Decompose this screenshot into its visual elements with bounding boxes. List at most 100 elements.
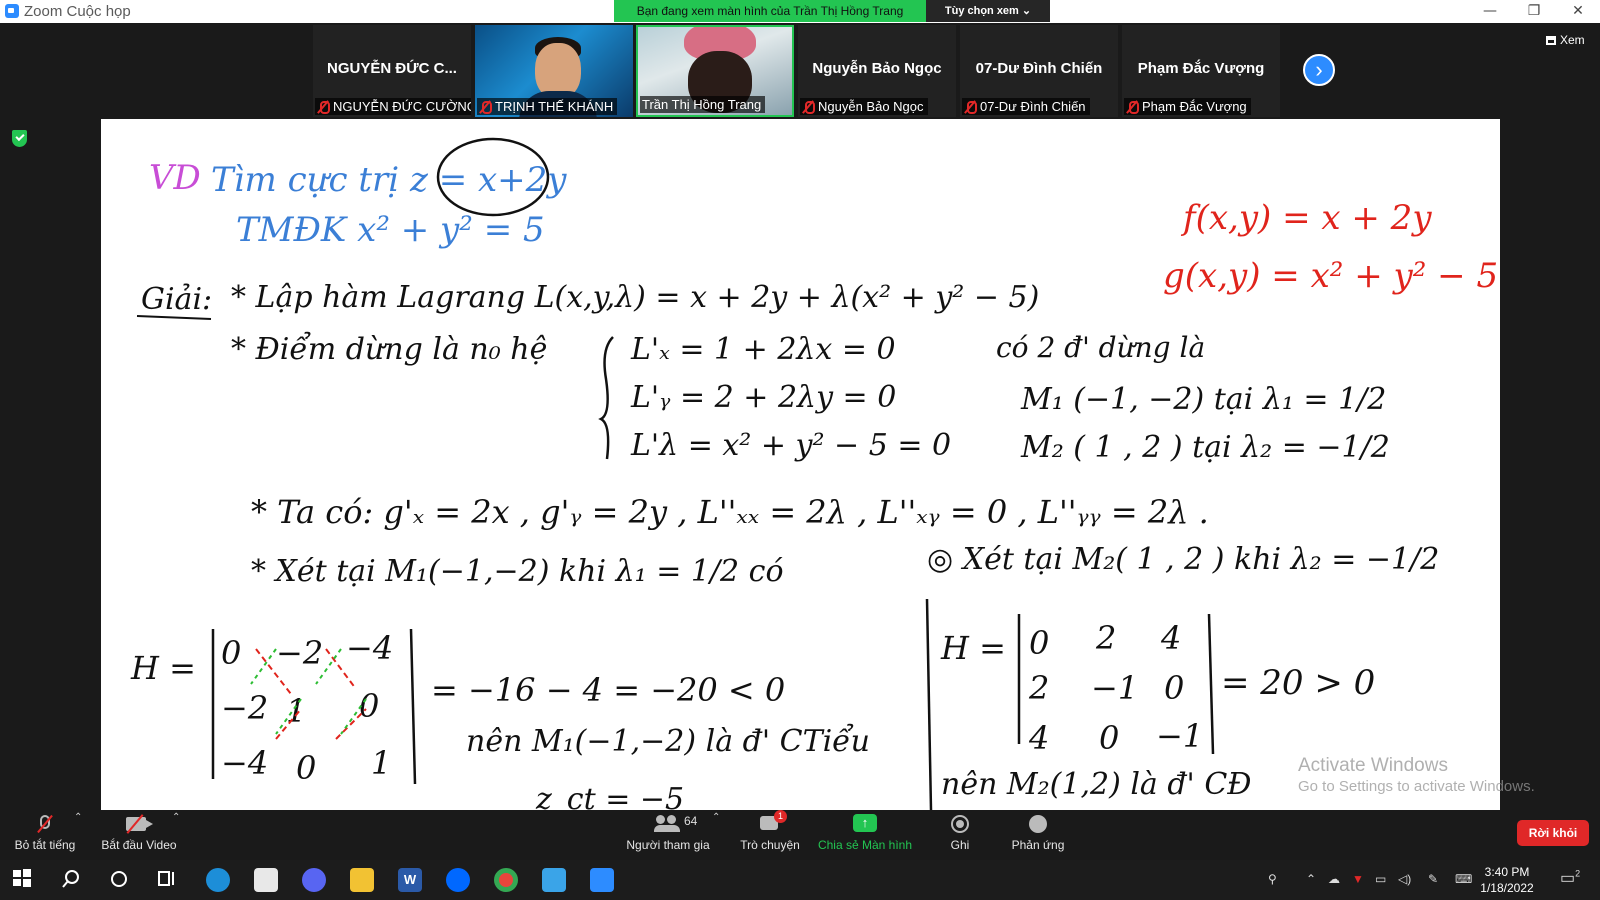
participant-display-name: 07-Dư Đình Chiến	[975, 60, 1103, 77]
stationary-step: * Điểm dừng là n₀ hệ	[231, 331, 547, 367]
title-bar: Zoom Cuộc họp Bạn đang xem màn hình của …	[0, 0, 1600, 23]
taskbar-clock[interactable]: 3:40 PM 1/18/2022	[1472, 864, 1542, 896]
matrix-cell: 0	[1164, 669, 1184, 707]
hessian-label-1: H =	[130, 649, 196, 687]
security-shield-icon[interactable]	[12, 130, 27, 147]
people-icon[interactable]: ⚲	[1268, 872, 1277, 886]
audio-options-caret-icon[interactable]: ⌃	[74, 812, 82, 823]
determinant-1: = −16 − 4 = −20 < 0	[431, 671, 785, 709]
solutions-header: có 2 đ' dừng là	[996, 331, 1205, 364]
window-title: Zoom Cuộc họp	[24, 3, 131, 20]
share-arrow-icon: ↑	[853, 814, 877, 832]
participant-tile[interactable]: NGUYỄN ĐỨC C... NGUYỄN ĐỨC CƯỜNG	[313, 25, 471, 117]
matrix-cell: −1	[1156, 717, 1203, 755]
grid-view-icon	[1546, 35, 1556, 45]
reactions-button[interactable]: Phản ứng	[1003, 810, 1073, 860]
participant-display-name: NGUYỄN ĐỨC C...	[327, 60, 457, 77]
participant-tile[interactable]: Nguyễn Bảo Ngọc Nguyễn Bảo Ngọc	[798, 25, 956, 117]
store-icon[interactable]	[254, 868, 278, 892]
view-options-button[interactable]: Tùy chọn xem ⌄	[926, 0, 1050, 22]
start-windows-icon[interactable]	[12, 868, 36, 892]
participant-nametag: 07-Dư Đình Chiến	[962, 98, 1090, 115]
lagrange-step: * Lập hàm Lagrang L(x,y,λ) = x + 2y + λ(…	[231, 280, 1039, 315]
participant-nametag: TRỊNH THẾ KHÁNH	[477, 98, 618, 115]
cortana-icon[interactable]	[108, 868, 132, 892]
solution-m2: M₂ ( 1 , 2 ) tại λ₂ = −1/2	[1020, 430, 1390, 465]
participant-tile-active-speaker[interactable]: Trần Thị Hồng Trang	[636, 25, 794, 117]
shared-screen-whiteboard: VD Tìm cực trị z = x+2y TMĐK x² + y² = 5…	[101, 119, 1500, 810]
discord-icon[interactable]	[302, 868, 326, 892]
next-page-arrow-icon[interactable]: ›	[1303, 54, 1335, 86]
solution-m1: M₁ (−1, −2) tại λ₁ = 1/2	[1020, 382, 1386, 417]
check-m1-line: * Xét tại M₁(−1,−2) khi λ₁ = 1/2 có	[251, 554, 784, 589]
zoom-taskbar-icon[interactable]	[590, 868, 614, 892]
matrix-bar-right	[409, 628, 417, 785]
pen-icon[interactable]: ✎	[1428, 872, 1438, 886]
network-icon[interactable]: ▭	[1375, 872, 1386, 886]
problem-line-2: TMĐK x² + y² = 5	[236, 210, 545, 250]
mic-muted-icon	[802, 100, 815, 114]
mute-button[interactable]: Bỏ tắt tiếng	[10, 810, 80, 860]
notification-center-icon[interactable]: ▭2	[1560, 868, 1580, 888]
participant-tile-video[interactable]: TRỊNH THẾ KHÁNH	[475, 25, 633, 117]
hessian-label-2: H =	[940, 629, 1006, 667]
photos-icon[interactable]	[542, 868, 566, 892]
activate-windows-hint: Go to Settings to activate Windows.	[1298, 778, 1535, 795]
matrix-cell: 4	[1160, 619, 1181, 657]
matrix-cell: −2	[221, 689, 268, 727]
keyboard-icon[interactable]: ⌨	[1455, 872, 1472, 886]
activate-windows-watermark: Activate Windows	[1298, 755, 1448, 776]
tray-expand-icon[interactable]: ⌃	[1306, 872, 1316, 886]
matrix-cell: −4	[221, 744, 268, 782]
leave-meeting-button[interactable]: Rời khỏi	[1517, 820, 1589, 846]
participants-caret-icon[interactable]: ⌃	[712, 812, 720, 823]
participant-display-name: Nguyễn Bảo Ngọc	[812, 60, 942, 77]
matrix-cell: 0	[359, 687, 379, 725]
volume-icon[interactable]: ◁)	[1398, 872, 1411, 886]
record-icon	[951, 815, 969, 833]
search-icon[interactable]	[60, 868, 84, 892]
onedrive-icon[interactable]: ☁	[1328, 872, 1340, 886]
task-view-icon[interactable]	[156, 868, 180, 892]
windows-taskbar: W ⚲ ⌃ ☁ ▼ ▭ ◁) ✎ ⌨ 3:40 PM 1/18/2022 ▭2	[0, 860, 1600, 900]
participant-tile[interactable]: Phạm Đắc Vượng Phạm Đắc Vượng	[1122, 25, 1280, 117]
conclusion-2: nên M₂(1,2) là đ' CĐ	[941, 767, 1252, 802]
red-f-definition: f(x,y) = x + 2y	[1180, 198, 1432, 238]
matrix-cell: −4	[346, 629, 393, 667]
chat-button[interactable]: 1 Trò chuyện	[735, 810, 805, 860]
divider-line	[925, 598, 933, 810]
matrix-cell: 1	[371, 744, 391, 782]
matrix-cell: −2	[276, 634, 323, 672]
participants-button[interactable]: 64 Người tham gia	[618, 810, 718, 860]
antivirus-icon[interactable]: ▼	[1352, 872, 1364, 886]
system-eq-2: L'ᵧ = 2 + 2λy = 0	[630, 380, 896, 415]
mic-muted-icon	[1126, 100, 1139, 114]
word-icon[interactable]: W	[398, 868, 422, 892]
participant-display-name: Phạm Đắc Vượng	[1137, 60, 1265, 77]
edge-browser-icon[interactable]	[206, 868, 230, 892]
matrix-cell: 2	[1095, 619, 1116, 657]
file-explorer-icon[interactable]	[350, 868, 374, 892]
record-button[interactable]: Ghi	[935, 810, 985, 860]
matrix-bar-right	[1207, 613, 1215, 755]
zoom-app-icon	[5, 4, 19, 18]
participant-tile[interactable]: 07-Dư Đình Chiến 07-Dư Đình Chiến	[960, 25, 1118, 117]
close-button[interactable]: ✕	[1556, 0, 1600, 23]
matrix-cell: 4	[1028, 719, 1049, 757]
gallery-view-button[interactable]: Xem	[1546, 33, 1585, 47]
start-video-button[interactable]: Bắt đầu Video	[100, 810, 178, 860]
mic-muted-icon	[317, 100, 330, 114]
microphone-muted-icon	[40, 815, 50, 829]
matrix-cell: −1	[1091, 669, 1138, 707]
minimize-button[interactable]: —	[1468, 0, 1512, 23]
participant-count: 64	[684, 814, 698, 828]
chrome-icon[interactable]	[494, 868, 518, 892]
participant-nametag: Nguyễn Bảo Ngọc	[800, 98, 928, 115]
share-screen-button[interactable]: ↑ Chia sẻ Màn hình	[812, 810, 918, 860]
zalo-icon[interactable]	[446, 868, 470, 892]
mic-muted-icon	[964, 100, 977, 114]
matrix-cell: 1	[286, 692, 306, 730]
restore-button[interactable]: ❐	[1512, 0, 1556, 23]
participant-nametag: Trần Thị Hồng Trang	[640, 96, 766, 113]
video-options-caret-icon[interactable]: ⌃	[172, 812, 180, 823]
